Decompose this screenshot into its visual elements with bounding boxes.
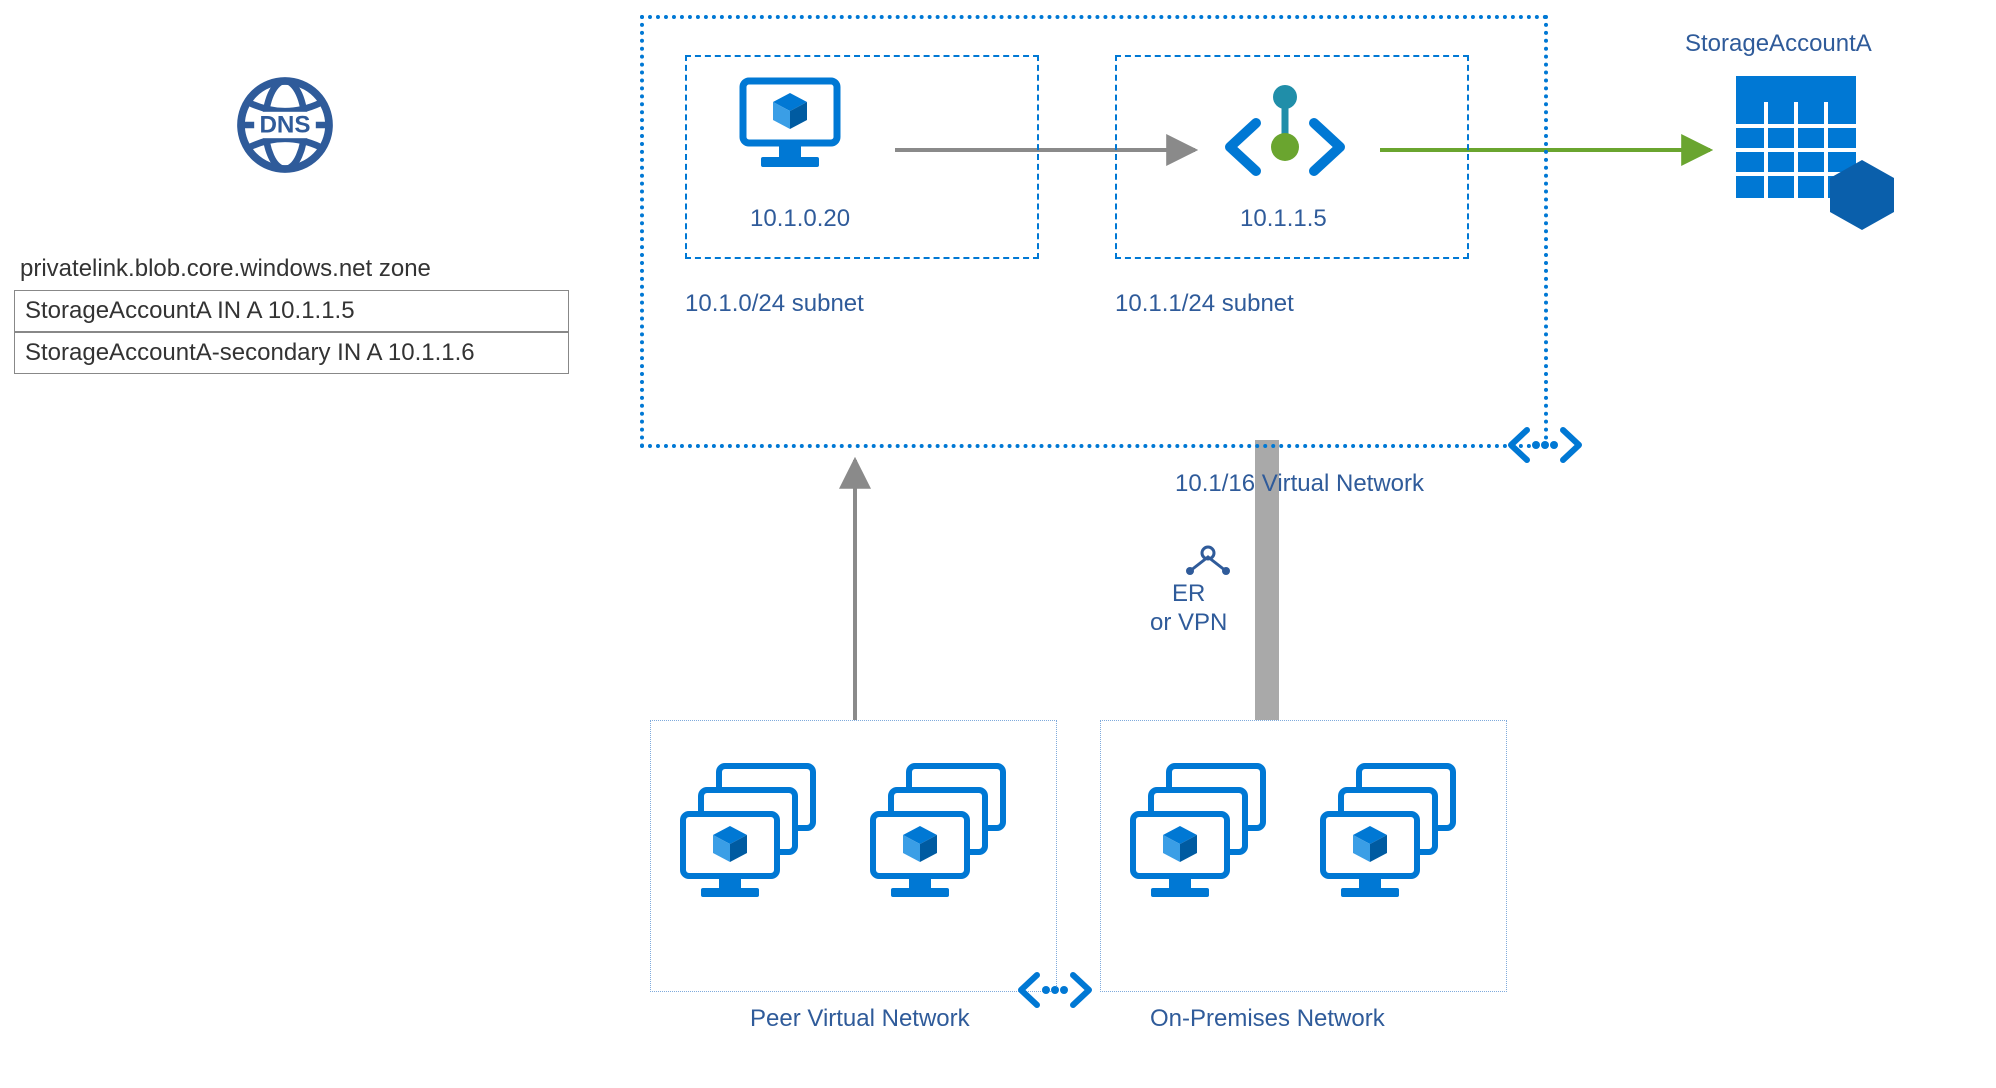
vm-ip-label: 10.1.0.20: [750, 205, 850, 233]
vm-group-icon: [1315, 760, 1485, 925]
vnet-icon: [1505, 420, 1585, 475]
onprem-network-label: On-Premises Network: [1150, 1005, 1385, 1033]
dns-record-row: StorageAccountA IN A 10.1.1.5: [14, 290, 569, 332]
vm-icon: [735, 75, 845, 180]
svg-text:DNS: DNS: [259, 112, 310, 139]
vm-group-icon: [865, 760, 1035, 925]
dns-record-row: StorageAccountA-secondary IN A 10.1.1.6: [14, 332, 569, 374]
subnet-label-0: 10.1.0/24 subnet: [685, 290, 864, 318]
gateway-icon: [1185, 545, 1231, 580]
vnet-label: 10.1/16 Virtual Network: [1175, 470, 1424, 498]
er-vpn-label: ER or VPN: [1150, 580, 1227, 638]
storage-account-icon: [1730, 70, 1900, 235]
dns-zone-label: privatelink.blob.core.windows.net zone: [20, 255, 431, 283]
subnet-label-1: 10.1.1/24 subnet: [1115, 290, 1294, 318]
vm-group-icon: [675, 760, 845, 925]
peer-network-label: Peer Virtual Network: [750, 1005, 970, 1033]
diagram-canvas: DNS privatelink.blob.core.windows.net zo…: [0, 0, 1996, 1088]
storage-account-label: StorageAccountA: [1685, 30, 1872, 58]
dns-icon: DNS: [230, 70, 340, 185]
vm-group-icon: [1125, 760, 1295, 925]
vnet-peer-icon: [1015, 965, 1095, 1020]
private-endpoint-icon: [1210, 85, 1360, 200]
endpoint-ip-label: 10.1.1.5: [1240, 205, 1327, 233]
